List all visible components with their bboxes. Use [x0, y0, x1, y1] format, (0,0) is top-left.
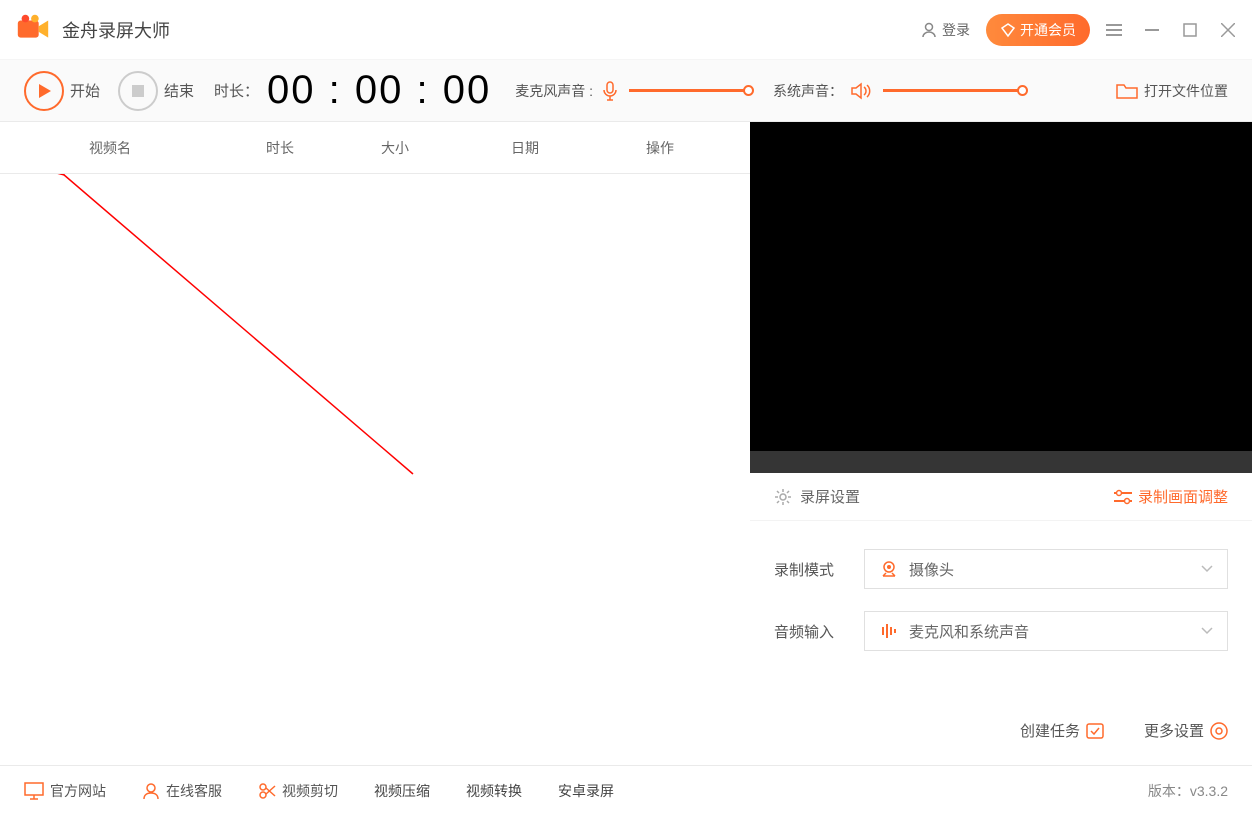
play-icon [36, 83, 52, 99]
mic-label: 麦克风声音 : [515, 81, 593, 101]
speaker-icon [851, 82, 873, 100]
settings-body: 录制模式 摄像头 音频输入 麦克风和系统声音 [750, 521, 1252, 720]
android-record-link[interactable]: 安卓录屏 [558, 781, 614, 801]
toolbar: 开始 结束 时长： 00 : 00 : 00 麦克风声音 : 系统声音： 打开文… [0, 60, 1252, 122]
vip-label: 开通会员 [1020, 20, 1076, 40]
stop-icon [132, 85, 144, 97]
task-icon [1086, 723, 1104, 739]
col-name: 视频名 [0, 138, 220, 158]
recording-timer: 00 : 00 : 00 [267, 68, 491, 113]
login-button[interactable]: 登录 [920, 20, 970, 40]
record-mode-label: 录制模式 [774, 559, 864, 580]
adjust-screen-button[interactable]: 录制画面调整 [1114, 486, 1228, 507]
minimize-button[interactable] [1142, 20, 1162, 40]
close-button[interactable] [1218, 20, 1238, 40]
annotation-arrow [53, 174, 473, 594]
mic-volume-group: 麦克风声音 : [515, 81, 749, 101]
duration-label: 时长： [214, 80, 259, 101]
vip-button[interactable]: 开通会员 [986, 14, 1090, 46]
recordings-panel: 视频名 时长 大小 日期 操作 [0, 122, 750, 765]
official-website-link[interactable]: 官方网站 [24, 781, 106, 801]
sliders-icon [1114, 489, 1132, 505]
version-display: 版本：v3.3.2 [1148, 781, 1228, 801]
monitor-icon [24, 782, 44, 800]
table-body [0, 174, 750, 765]
online-support-link[interactable]: 在线客服 [142, 781, 222, 801]
chevron-down-icon [1201, 627, 1213, 635]
open-folder-button[interactable]: 打开文件位置 [1116, 81, 1228, 101]
bottombar: 官方网站 在线客服 视频剪切 视频压缩 视频转换 安卓录屏 版本：v3.3.2 [0, 765, 1252, 815]
settings-header: 录屏设置 录制画面调整 [750, 473, 1252, 521]
col-action: 操作 [600, 138, 720, 158]
video-edit-link[interactable]: 视频剪切 [258, 781, 338, 801]
stop-label: 结束 [164, 80, 194, 101]
system-volume-slider[interactable] [883, 89, 1023, 92]
mic-volume-slider[interactable] [629, 89, 749, 92]
start-label: 开始 [70, 80, 100, 101]
settings-title: 录屏设置 [774, 486, 1114, 507]
maximize-button[interactable] [1180, 20, 1200, 40]
col-duration: 时长 [220, 138, 340, 158]
table-header: 视频名 时长 大小 日期 操作 [0, 122, 750, 174]
col-date: 日期 [450, 138, 600, 158]
col-size: 大小 [340, 138, 450, 158]
main-content: 视频名 时长 大小 日期 操作 录屏设置 录制画面调整 [0, 122, 1252, 765]
more-settings-button[interactable]: 更多设置 [1144, 720, 1228, 741]
system-volume-group: 系统声音： [773, 81, 1023, 101]
gear-icon [774, 488, 792, 506]
record-mode-dropdown[interactable]: 摄像头 [864, 549, 1228, 589]
headset-icon [142, 782, 160, 800]
open-folder-label: 打开文件位置 [1144, 81, 1228, 101]
system-audio-label: 系统声音： [773, 81, 843, 101]
folder-icon [1116, 82, 1138, 100]
record-mode-row: 录制模式 摄像头 [774, 549, 1228, 589]
video-compress-link[interactable]: 视频压缩 [374, 781, 430, 801]
menu-button[interactable] [1104, 20, 1124, 40]
video-convert-link[interactable]: 视频转换 [466, 781, 522, 801]
app-title: 金舟录屏大师 [62, 17, 920, 43]
video-preview[interactable] [750, 122, 1252, 451]
diamond-icon [1000, 22, 1016, 38]
gear-icon [1210, 722, 1228, 740]
start-record-button[interactable] [24, 71, 64, 111]
login-label: 登录 [942, 20, 970, 40]
titlebar: 金舟录屏大师 登录 开通会员 [0, 0, 1252, 60]
record-mode-value: 摄像头 [909, 559, 1201, 580]
user-icon [920, 21, 938, 39]
audio-input-label: 音频输入 [774, 621, 864, 642]
scissors-icon [258, 782, 276, 800]
camera-icon [879, 560, 899, 578]
create-task-button[interactable]: 创建任务 [1020, 720, 1104, 741]
microphone-icon [601, 81, 619, 101]
preview-controls-bar[interactable] [750, 451, 1252, 473]
audio-waves-icon [879, 623, 899, 639]
settings-footer: 创建任务 更多设置 [750, 720, 1252, 765]
audio-input-dropdown[interactable]: 麦克风和系统声音 [864, 611, 1228, 651]
audio-input-row: 音频输入 麦克风和系统声音 [774, 611, 1228, 651]
audio-input-value: 麦克风和系统声音 [909, 621, 1201, 642]
settings-panel: 录屏设置 录制画面调整 录制模式 摄像头 音频输入 麦克风和系统声音 [750, 122, 1252, 765]
app-logo-icon [14, 11, 52, 49]
window-controls [1104, 20, 1238, 40]
stop-record-button[interactable] [118, 71, 158, 111]
chevron-down-icon [1201, 565, 1213, 573]
